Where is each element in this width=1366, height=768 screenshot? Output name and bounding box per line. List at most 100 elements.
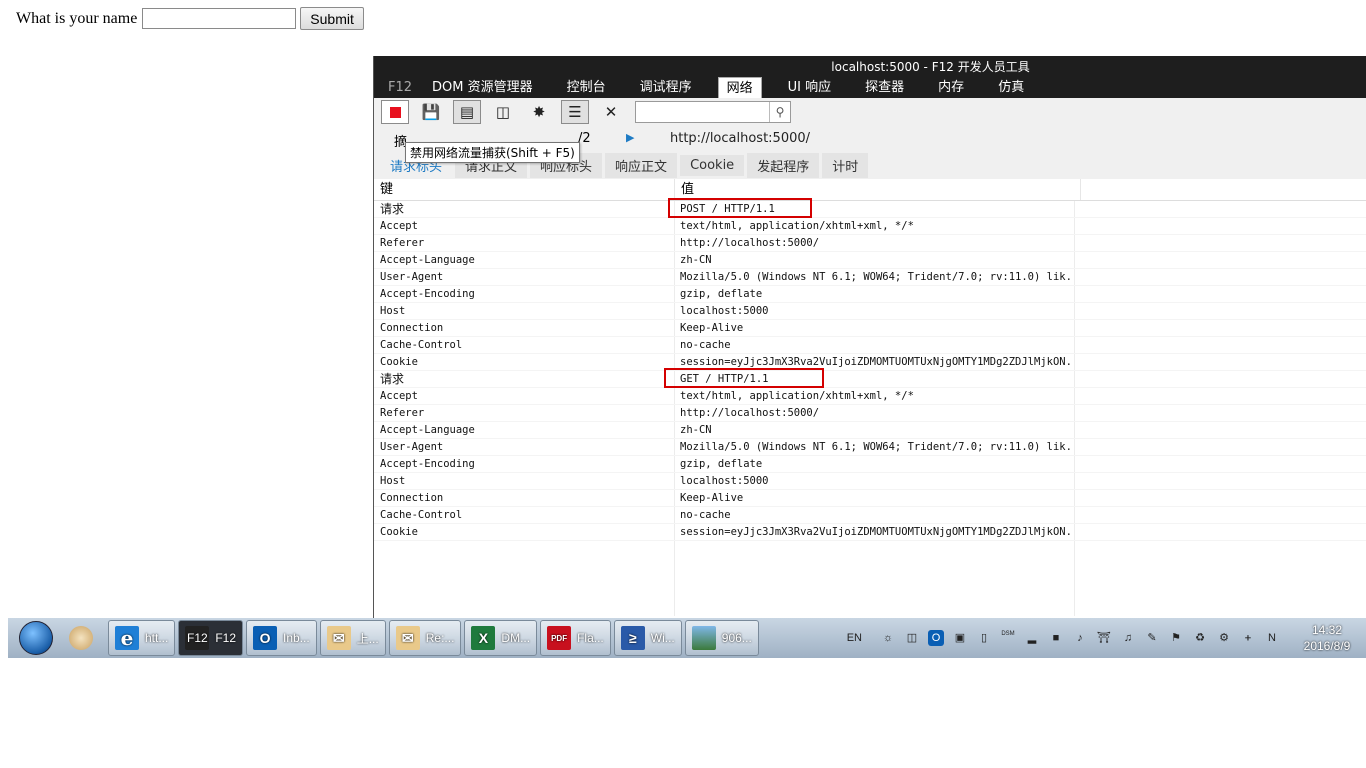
search-input[interactable]: ⚲ xyxy=(635,101,791,123)
table-row[interactable]: User-Agent Mozilla/5.0 (Windows NT 6.1; W… xyxy=(374,269,1366,286)
tab-network[interactable]: 网络 xyxy=(717,77,762,98)
signal-icon[interactable]: ▂ xyxy=(1024,630,1040,646)
table-row[interactable]: Connection Keep-Alive xyxy=(374,320,1366,337)
table-row[interactable]: Accept-Language zh-CN xyxy=(374,252,1366,269)
table-row[interactable]: Accept text/html, application/xhtml+xml, … xyxy=(374,388,1366,405)
clock[interactable]: 14:32 2016/8/9 xyxy=(1298,622,1356,654)
tab-response-body[interactable]: 响应正文 xyxy=(605,153,678,178)
name-label: What is your name xyxy=(16,9,138,27)
table-row[interactable]: 请求 POST / HTTP/1.1 xyxy=(374,198,1366,218)
network-icon[interactable]: ■ xyxy=(1048,630,1064,646)
header-value: localhost:5000 xyxy=(680,475,769,487)
header-value: no-cache xyxy=(680,339,731,351)
header-key: 请求 xyxy=(380,372,405,386)
clear-entries-icon: ◫ xyxy=(495,103,511,121)
tab-memory[interactable]: 内存 xyxy=(930,77,972,98)
table-row[interactable]: Cache-Control no-cache xyxy=(374,337,1366,354)
table-row[interactable]: Accept text/html, application/xhtml+xml, … xyxy=(374,218,1366,235)
dsm-icon[interactable]: DSM xyxy=(1000,630,1016,646)
column-value[interactable]: 值 xyxy=(675,179,1081,200)
header-key: Host xyxy=(380,475,406,487)
usb-icon[interactable]: ▯ xyxy=(976,630,992,646)
taskbar-item-mail-2[interactable]: ✉ Re:... xyxy=(388,620,462,656)
tooltip: 禁用网络流量捕获(Shift + F5) xyxy=(405,142,580,163)
taskbar-item-f12[interactable]: F12 F12 xyxy=(178,620,244,656)
pen-icon[interactable]: ✎ xyxy=(1144,630,1160,646)
taskbar-item-label: 906... xyxy=(721,631,752,645)
table-row[interactable]: User-Agent Mozilla/5.0 (Windows NT 6.1; W… xyxy=(374,439,1366,456)
clear-cache-button[interactable]: ✸ xyxy=(525,100,553,124)
mail-icon: ✉ xyxy=(395,626,420,650)
header-key: Cache-Control xyxy=(380,509,463,521)
table-row[interactable]: Accept-Encoding gzip, deflate xyxy=(374,286,1366,303)
outlook-icon: O xyxy=(253,626,278,650)
tab-console[interactable]: 控制台 xyxy=(559,77,614,98)
sync-icon[interactable]: ☼ xyxy=(880,630,896,646)
header-value: http://localhost:5000/ xyxy=(680,237,820,249)
devtools-tabbar: F12 DOM 资源管理器 控制台 调试程序 网络 UI 响应 探查器 内存 仿… xyxy=(374,77,1366,98)
volume-icon[interactable]: ♫ xyxy=(1120,630,1136,646)
table-row[interactable]: Host localhost:5000 xyxy=(374,473,1366,490)
table-row[interactable]: Cookie session=eyJjc3JmX3Rva2VuIjoiZDMOMT… xyxy=(374,524,1366,541)
search-icon[interactable]: ⚲ xyxy=(769,102,790,122)
header-key: Cookie xyxy=(380,526,418,538)
taskbar-item-outlook[interactable]: O Inb... xyxy=(246,620,317,656)
taskbar-item-mail-1[interactable]: ✉ 上... xyxy=(319,620,386,656)
clear-entries-button[interactable]: ◫ xyxy=(489,100,517,124)
header-value: zh-CN xyxy=(680,254,712,266)
table-row[interactable]: Referer http://localhost:5000/ xyxy=(374,235,1366,252)
bluetooth-icon[interactable]: ᚐ xyxy=(1240,630,1256,646)
save-button[interactable]: 💾 xyxy=(417,100,445,124)
onenote-icon[interactable]: N xyxy=(1264,630,1280,646)
taskbar-item-powershell[interactable]: ≥ Wi... xyxy=(613,620,682,656)
column-key[interactable]: 键 xyxy=(374,179,675,200)
network-share-icon[interactable]: ◫ xyxy=(904,630,920,646)
submit-button[interactable]: Submit xyxy=(300,7,364,30)
table-row[interactable]: Referer http://localhost:5000/ xyxy=(374,405,1366,422)
tab-timing[interactable]: 计时 xyxy=(822,153,869,178)
mail-icon: ✉ xyxy=(326,626,351,650)
table-row[interactable]: Accept-Language zh-CN xyxy=(374,422,1366,439)
import-button[interactable]: ▤ xyxy=(453,100,481,124)
flag-icon[interactable]: ⚑ xyxy=(1168,630,1184,646)
headers-table: 请求 POST / HTTP/1.1 Accept text/html, applic… xyxy=(374,198,1366,616)
shield-icon[interactable]: ⛩ xyxy=(1096,630,1112,646)
tab-cookies[interactable]: Cookie xyxy=(680,155,745,176)
next-arrow-icon[interactable]: ▶ xyxy=(626,131,634,144)
tab-profiler[interactable]: 探查器 xyxy=(857,77,912,98)
close-button[interactable]: ✕ xyxy=(597,100,625,124)
table-row[interactable]: Accept-Encoding gzip, deflate xyxy=(374,456,1366,473)
system-tray: EN ☼ ◫ O ▣ ▯ DSM ▂ ■ ♪ ⛩ ♫ ✎ ⚑ ♻ ⚙ ᚐ N 1… xyxy=(847,618,1366,658)
taskbar-item-ie[interactable]: e htt... xyxy=(108,620,176,656)
start-button[interactable] xyxy=(12,619,60,657)
taskbar-item-photo[interactable]: 906... xyxy=(684,620,759,656)
gear-icon[interactable]: ⚙ xyxy=(1216,630,1232,646)
table-row[interactable]: Connection Keep-Alive xyxy=(374,490,1366,507)
network-toolbar: 💾 ▤ ◫ ✸ ☰ ✕ ⚲ 禁用网络流量捕获(Shift + F5) xyxy=(374,98,1366,163)
tab-emulation[interactable]: 仿真 xyxy=(990,77,1032,98)
update-icon[interactable]: ♻ xyxy=(1192,630,1208,646)
tab-ui-responsiveness[interactable]: UI 响应 xyxy=(780,77,839,98)
display-icon[interactable]: ▣ xyxy=(952,630,968,646)
language-indicator[interactable]: EN xyxy=(847,632,862,644)
name-input[interactable] xyxy=(142,8,297,29)
taskbar-item-excel[interactable]: X DM... xyxy=(464,620,538,656)
entry-index: /2 xyxy=(578,131,591,146)
speaker-icon[interactable]: ♪ xyxy=(1072,630,1088,646)
tab-dom-explorer[interactable]: DOM 资源管理器 xyxy=(424,77,541,98)
always-refresh-button[interactable]: ☰ xyxy=(561,100,589,124)
table-row[interactable]: Cookie session=eyJjc3JmX3Rva2VuIjoiZDMOMT… xyxy=(374,354,1366,371)
tab-f12[interactable]: F12 xyxy=(380,77,420,98)
table-row[interactable]: 请求 GET / HTTP/1.1 xyxy=(374,368,1366,388)
taskbar-item-label: Wi... xyxy=(650,631,675,645)
taskbar-item-pdf[interactable]: PDF Fla... xyxy=(540,620,611,656)
taskbar-item-paint[interactable] xyxy=(63,620,105,656)
name-form: What is your name Submit xyxy=(16,7,364,30)
record-button[interactable] xyxy=(381,100,409,124)
tab-debugger[interactable]: 调试程序 xyxy=(632,77,700,98)
table-row[interactable]: Host localhost:5000 xyxy=(374,303,1366,320)
close-icon: ✕ xyxy=(604,103,618,121)
tab-initiator[interactable]: 发起程序 xyxy=(747,153,820,178)
table-row[interactable]: Cache-Control no-cache xyxy=(374,507,1366,524)
outlook-tray-icon[interactable]: O xyxy=(928,630,944,646)
